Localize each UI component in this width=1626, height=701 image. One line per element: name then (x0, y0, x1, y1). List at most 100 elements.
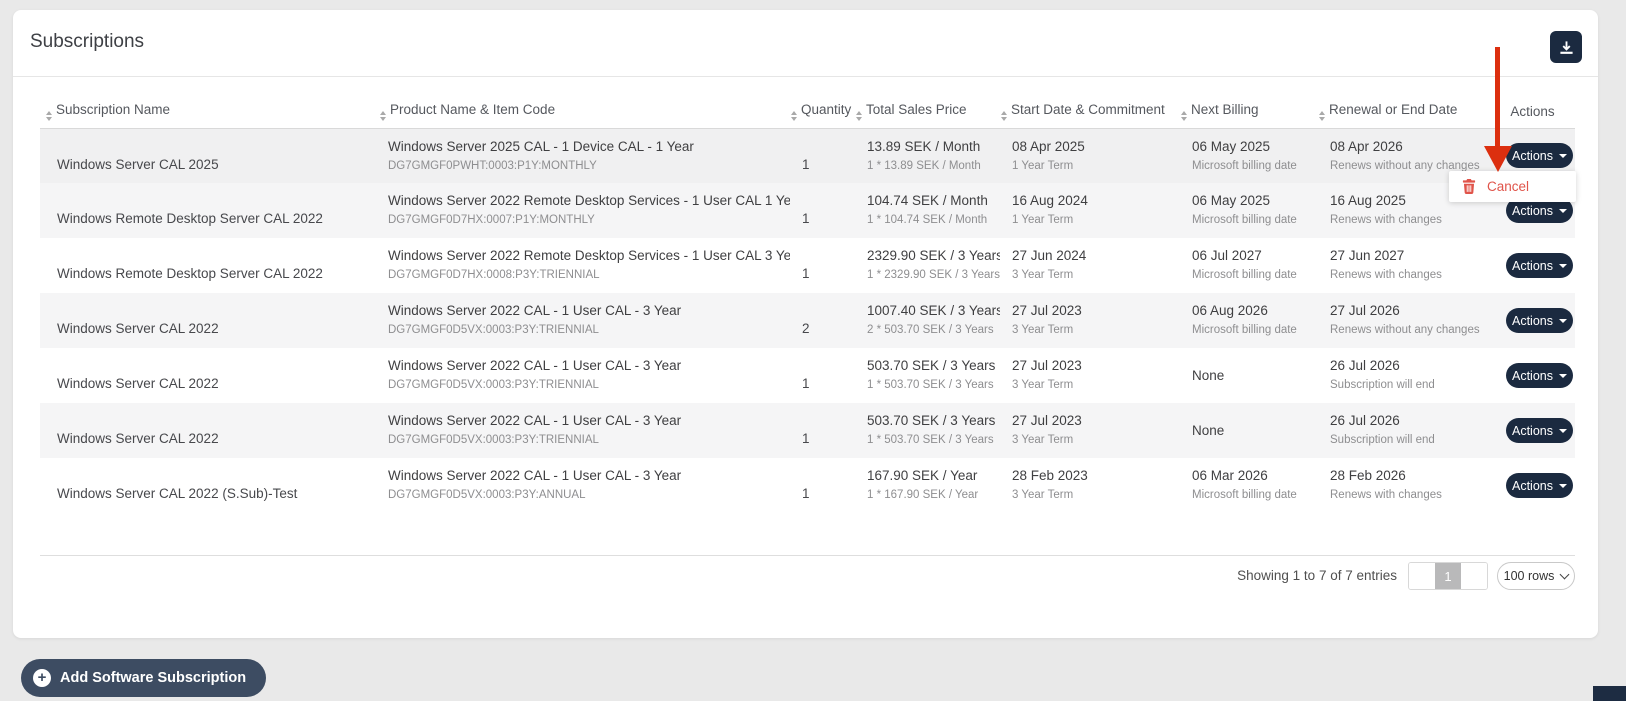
quantity-cell: 1 (790, 238, 855, 293)
item-code: DG7GMGF0D5VX:0003:P3Y:ANNUAL (388, 489, 586, 501)
cancel-menu-item[interactable]: Cancel (1449, 171, 1576, 202)
current-page-button[interactable]: 1 (1435, 563, 1461, 589)
subscription-name-cell: Windows Server CAL 2022 (40, 293, 380, 348)
sort-icon (791, 111, 797, 122)
sort-icon (46, 111, 52, 122)
sort-icon (380, 111, 386, 122)
start-date-cell: 27 Jul 2023 3 Year Term (1000, 293, 1180, 348)
price-detail: 1 * 104.74 SEK / Month (867, 214, 988, 226)
renewal-date: 27 Jun 2027 (1330, 248, 1405, 263)
start-date-cell: 27 Jul 2023 3 Year Term (1000, 403, 1180, 458)
start-date: 16 Aug 2024 (1012, 193, 1088, 208)
actions-button-label: Actions (1512, 313, 1553, 328)
quantity-value: 1 (802, 486, 810, 501)
column-header[interactable]: Renewal or End Date (1318, 96, 1490, 129)
start-date: 27 Jul 2023 (1012, 413, 1082, 428)
next-billing-date: None (1192, 368, 1225, 383)
renewal-cell: 28 Feb 2026 Renews with changes (1318, 458, 1490, 513)
column-header[interactable]: Next Billing (1180, 96, 1318, 129)
renewal-note: Renews without any changes (1330, 324, 1480, 336)
next-billing-note: Microsoft billing date (1192, 489, 1297, 501)
add-button-label: Add Software Subscription (60, 670, 247, 686)
price-value: 503.70 SEK / 3 Years (867, 358, 996, 373)
plus-circle-icon: + (33, 669, 51, 687)
subscription-name: Windows Remote Desktop Server CAL 2022 (57, 211, 323, 226)
renewal-date: 27 Jul 2026 (1330, 303, 1400, 318)
column-header-label: Renewal or End Date (1329, 102, 1458, 118)
actions-button[interactable]: Actions (1506, 143, 1573, 169)
quantity-cell: 2 (790, 293, 855, 348)
quantity-value: 1 (802, 266, 810, 281)
page-title: Subscriptions (30, 31, 145, 52)
next-billing-cell: None (1180, 403, 1318, 458)
column-header-label: Product Name & Item Code (390, 102, 556, 118)
actions-button[interactable]: Actions (1506, 253, 1573, 278)
item-code: DG7GMGF0D7HX:0008:P3Y:TRIENNIAL (388, 269, 600, 281)
next-page-button[interactable] (1461, 563, 1487, 589)
renewal-note: Renews with changes (1330, 489, 1442, 501)
prev-page-button[interactable] (1409, 563, 1435, 589)
quantity-cell: 1 (790, 458, 855, 513)
download-button[interactable] (1550, 31, 1582, 63)
next-billing-note: Microsoft billing date (1192, 214, 1297, 226)
table-row: Windows Server CAL 2025 Windows Server 2… (40, 128, 1575, 183)
quantity-value: 1 (802, 376, 810, 391)
actions-button[interactable]: Actions (1506, 308, 1573, 333)
actions-button[interactable]: Actions (1506, 473, 1573, 498)
total-sales-price-cell: 104.74 SEK / Month 1 * 104.74 SEK / Mont… (855, 183, 1000, 238)
sort-icon (1001, 111, 1007, 122)
subscription-name-cell: Windows Server CAL 2022 (40, 348, 380, 403)
product-name: Windows Server 2022 CAL - 1 User CAL - 3… (388, 303, 682, 318)
column-header-label: Start Date & Commitment (1011, 102, 1165, 118)
next-billing-note: Microsoft billing date (1192, 159, 1297, 172)
total-sales-price-cell: 1007.40 SEK / 3 Years 2 * 503.70 SEK / 3… (855, 293, 1000, 348)
column-header[interactable]: Product Name & Item Code (380, 96, 790, 129)
renewal-date: 08 Apr 2026 (1330, 138, 1403, 154)
actions-cell: Actions (1490, 458, 1575, 513)
caret-down-icon (1559, 318, 1567, 323)
table-row: Windows Remote Desktop Server CAL 2022 W… (40, 183, 1575, 238)
start-date: 28 Feb 2023 (1012, 468, 1088, 483)
add-software-subscription-button[interactable]: + Add Software Subscription (21, 659, 267, 697)
start-date-cell: 08 Apr 2025 1 Year Term (1000, 128, 1180, 183)
column-header[interactable]: Subscription Name (40, 96, 380, 129)
product-cell: Windows Server 2022 CAL - 1 User CAL - 3… (380, 403, 790, 458)
product-name: Windows Server 2022 Remote Desktop Servi… (388, 248, 790, 263)
renewal-date: 26 Jul 2026 (1330, 413, 1400, 428)
arrow-head (1484, 146, 1512, 172)
subscription-name: Windows Server CAL 2022 (57, 321, 219, 336)
showing-entries-text: Showing 1 to 7 of 7 entries (1237, 568, 1397, 583)
subscription-name: Windows Server CAL 2022 (S.Sub)-Test (57, 486, 298, 501)
next-billing-note: Microsoft billing date (1192, 324, 1297, 336)
header-divider (13, 76, 1598, 77)
column-header[interactable]: Quantity (790, 96, 855, 129)
commitment-term: 3 Year Term (1012, 269, 1074, 281)
price-detail: 1 * 2329.90 SEK / 3 Years (867, 269, 1000, 281)
subscription-name: Windows Server CAL 2022 (57, 431, 219, 446)
next-billing-date: 06 Aug 2026 (1192, 303, 1268, 318)
subscription-name-cell: Windows Server CAL 2022 (S.Sub)-Test (40, 458, 380, 513)
price-value: 104.74 SEK / Month (867, 193, 988, 208)
actions-dropdown-menu: Cancel (1449, 171, 1576, 202)
next-billing-note: Microsoft billing date (1192, 269, 1297, 281)
price-detail: 2 * 503.70 SEK / 3 Years (867, 324, 994, 336)
trash-icon (1462, 179, 1476, 194)
start-date-cell: 16 Aug 2024 1 Year Term (1000, 183, 1180, 238)
renewal-date: 26 Jul 2026 (1330, 358, 1400, 373)
subscription-name: Windows Server CAL 2025 (57, 156, 219, 172)
price-value: 1007.40 SEK / 3 Years (867, 303, 1000, 318)
commitment-term: 3 Year Term (1012, 324, 1074, 336)
start-date-cell: 28 Feb 2023 3 Year Term (1000, 458, 1180, 513)
actions-button[interactable]: Actions (1506, 418, 1573, 443)
caret-down-icon (1559, 483, 1567, 488)
actions-cell: Actions (1490, 238, 1575, 293)
rows-per-page-value: 100 rows (1503, 569, 1555, 583)
actions-button[interactable]: Actions (1506, 363, 1573, 388)
start-date: 27 Jun 2024 (1012, 248, 1087, 263)
rows-per-page-select[interactable]: 100 rows (1497, 562, 1575, 590)
quantity-value: 2 (802, 321, 810, 336)
column-header[interactable]: Total Sales Price (855, 96, 1000, 129)
total-sales-price-cell: 503.70 SEK / 3 Years 1 * 503.70 SEK / 3 … (855, 403, 1000, 458)
commitment-term: 1 Year Term (1012, 214, 1074, 226)
column-header[interactable]: Start Date & Commitment (1000, 96, 1180, 129)
